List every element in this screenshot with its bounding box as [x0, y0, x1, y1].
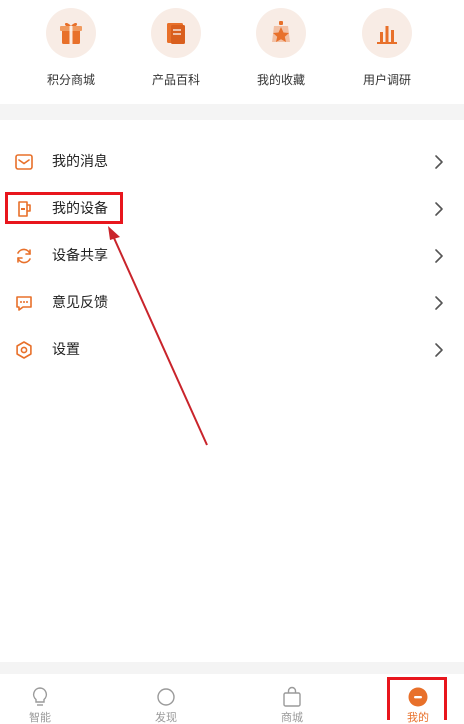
- tab-smart[interactable]: 智能: [0, 674, 80, 724]
- chevron-right-icon: [435, 249, 443, 263]
- sync-icon: [17, 248, 31, 264]
- message-icon: [15, 154, 33, 170]
- star-icon: [256, 8, 306, 58]
- chevron-right-icon: [435, 202, 443, 216]
- quick-action-label: 积分商城: [46, 73, 95, 87]
- tab-label: 商城: [281, 711, 303, 724]
- chevron-right-icon: [435, 296, 443, 310]
- gift-icon: [46, 8, 96, 58]
- menu-item-label: 设备共享: [52, 248, 108, 264]
- feedback-icon: [16, 296, 32, 311]
- quick-actions-row: 积分商城 产品百科 我的收藏 用户调研: [0, 0, 464, 104]
- menu-item-settings[interactable]: 设置: [0, 327, 464, 373]
- menu-item-label: 意见反馈: [52, 295, 108, 311]
- tab-discover[interactable]: 发现: [126, 674, 206, 724]
- quick-action-points-mall[interactable]: 积分商城: [26, 4, 116, 100]
- quick-action-product-wiki[interactable]: 产品百科: [131, 4, 221, 100]
- tab-label: 发现: [155, 711, 177, 724]
- tab-label: 智能: [29, 711, 51, 724]
- menu-item-device-sharing[interactable]: 设备共享: [0, 233, 464, 279]
- tabbar-divider: [0, 662, 464, 674]
- menu-item-label: 设置: [52, 342, 80, 358]
- chevron-right-icon: [435, 343, 443, 357]
- menu-item-label: 我的消息: [52, 154, 108, 170]
- annotation-highlight-box: [5, 192, 123, 224]
- section-divider: [0, 104, 464, 120]
- quick-action-label: 我的收藏: [256, 73, 305, 87]
- book-icon: [151, 8, 201, 58]
- lightbulb-icon: [32, 687, 48, 706]
- menu-item-my-messages[interactable]: 我的消息: [0, 139, 464, 185]
- settings-icon: [16, 341, 32, 359]
- menu-item-feedback[interactable]: 意见反馈: [0, 280, 464, 326]
- chevron-right-icon: [435, 155, 443, 169]
- quick-action-favorites[interactable]: 我的收藏: [236, 4, 326, 100]
- bar-chart-icon: [362, 8, 412, 58]
- quick-action-label: 用户调研: [362, 73, 411, 87]
- annotation-tab-highlight: [387, 677, 447, 720]
- tab-mall[interactable]: 商城: [252, 674, 332, 724]
- quick-action-label: 产品百科: [151, 73, 200, 87]
- circle-icon: [157, 688, 175, 706]
- quick-action-user-survey[interactable]: 用户调研: [342, 4, 432, 100]
- shopping-bag-icon: [283, 686, 301, 707]
